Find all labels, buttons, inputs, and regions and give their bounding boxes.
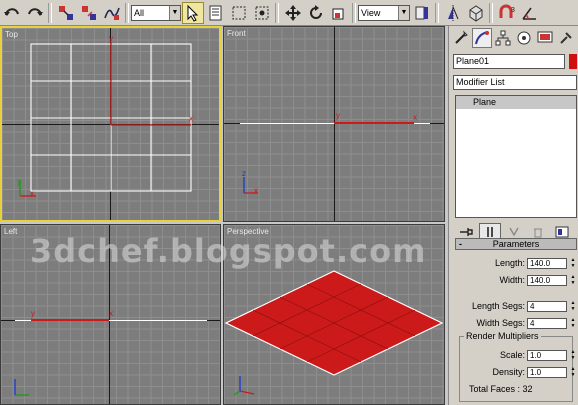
toolbar-separator: [275, 2, 279, 23]
selection-filter-value: All: [134, 7, 145, 18]
display-tab-icon[interactable]: [535, 28, 555, 48]
modifier-stack[interactable]: Plane: [455, 95, 577, 218]
motion-tab-icon[interactable]: [514, 28, 534, 48]
object-name-row: Plane01: [453, 54, 577, 69]
gizmo-x-label: x: [413, 113, 417, 122]
axis-tripod-icon: [233, 376, 255, 396]
length-segs-row: Length Segs: 4 ▲ ▼: [455, 300, 577, 312]
gizmo-x-line: [31, 319, 109, 321]
width-segs-label: Width Segs:: [476, 318, 525, 328]
density-input[interactable]: 1.0: [527, 366, 567, 378]
length-segs-input[interactable]: 4: [527, 300, 567, 312]
length-segs-spinner-icon[interactable]: ▲ ▼: [569, 300, 577, 312]
viewport-top[interactable]: Top y x x y: [0, 26, 221, 222]
select-by-name-icon[interactable]: [205, 2, 227, 24]
axis-z-letter: z: [242, 169, 246, 178]
main-toolbar: All ▼ View ▼ 3: [0, 0, 578, 26]
command-panel: Plane01 Modifier List Plane - Parameters…: [448, 26, 578, 405]
scale-icon[interactable]: [328, 2, 350, 24]
gizmo-x-label: x: [189, 114, 193, 123]
command-panel-tabs: [449, 26, 578, 50]
viewport-front[interactable]: Front y x x z: [223, 26, 445, 222]
length-segs-label: Length Segs:: [471, 301, 525, 311]
length-label: Length:: [494, 258, 525, 268]
bind-spacewarp-icon[interactable]: [101, 2, 123, 24]
length-row: Length: 140.0 ▲ ▼: [455, 257, 577, 269]
max-window: All ▼ View ▼ 3 Top y x x y Front y x x z…: [0, 0, 578, 405]
select-object-icon[interactable]: [182, 1, 204, 24]
stack-item-plane[interactable]: Plane: [456, 96, 576, 109]
coord-system-value: View: [361, 7, 381, 18]
width-segs-spinner-icon[interactable]: ▲ ▼: [569, 317, 577, 329]
unlink-icon[interactable]: [78, 2, 100, 24]
width-segs-row: Width Segs: 4 ▲ ▼: [455, 317, 577, 329]
toolbar-separator: [489, 2, 493, 23]
length-spinner-icon[interactable]: ▲ ▼: [569, 257, 577, 269]
modify-tab-icon[interactable]: [472, 28, 492, 48]
gizmo-y-label: y: [31, 309, 35, 318]
gizmo-y-label: y: [336, 111, 340, 120]
rotate-icon[interactable]: [305, 2, 327, 24]
link-icon[interactable]: [55, 2, 77, 24]
redo-icon[interactable]: [24, 2, 46, 24]
density-label: Density:: [492, 367, 525, 377]
viewport-left[interactable]: Left y x: [0, 224, 221, 405]
utilities-tab-icon[interactable]: [556, 28, 576, 48]
length-input[interactable]: 140.0: [527, 257, 567, 269]
snap-icon[interactable]: 3: [496, 2, 518, 24]
width-spinner-icon[interactable]: ▲ ▼: [569, 274, 577, 286]
gizmo-y-label: y: [109, 34, 113, 43]
move-icon[interactable]: [282, 2, 304, 24]
chevron-down-icon: ▼: [398, 5, 409, 20]
hierarchy-tab-icon[interactable]: [493, 28, 513, 48]
viewport-label[interactable]: Front: [227, 29, 246, 38]
angle-snap-icon[interactable]: [519, 2, 541, 24]
rollout-title: Parameters: [492, 239, 540, 249]
object-color-swatch[interactable]: [569, 54, 577, 69]
modifier-list-dropdown[interactable]: Modifier List: [453, 75, 577, 90]
scale-label: Scale:: [499, 350, 525, 360]
density-spinner-icon[interactable]: ▲ ▼: [569, 366, 577, 378]
toolbar-separator: [352, 2, 356, 23]
width-label: Width:: [499, 275, 525, 285]
parameters-rollout-header[interactable]: - Parameters: [455, 238, 577, 250]
viewport-label[interactable]: Left: [4, 227, 17, 236]
window-crossing-icon[interactable]: [251, 2, 273, 24]
create-tab-icon[interactable]: [451, 28, 471, 48]
rect-region-icon[interactable]: [228, 2, 250, 24]
total-faces-readout: Total Faces : 32: [469, 384, 533, 394]
reference-coord-dropdown[interactable]: View ▼: [358, 4, 410, 21]
scale-input[interactable]: 1.0: [527, 349, 567, 361]
collapse-icon: -: [459, 239, 462, 249]
undo-icon[interactable]: [1, 2, 23, 24]
toolbar-separator: [48, 2, 52, 23]
gizmo-x-line: [334, 122, 414, 124]
scale-spinner-icon[interactable]: ▲ ▼: [569, 349, 577, 361]
chevron-down-icon: ▼: [169, 5, 180, 20]
object-name-field[interactable]: Plane01: [453, 54, 566, 69]
scale-row: Scale: 1.0 ▲ ▼: [455, 349, 577, 361]
render-multipliers-title: Render Multipliers: [464, 331, 541, 341]
selection-filter-dropdown[interactable]: All ▼: [131, 4, 181, 21]
axis-y-letter: y: [17, 177, 21, 186]
pivot-icon[interactable]: [411, 2, 433, 24]
width-segs-input[interactable]: 4: [527, 317, 567, 329]
toolbar-separator: [125, 2, 129, 23]
width-row: Width: 140.0 ▲ ▼: [455, 274, 577, 286]
world-axis-vertical: [334, 27, 335, 221]
axis-x-letter: x: [254, 186, 258, 195]
svg-text:3: 3: [511, 7, 515, 14]
width-input[interactable]: 140.0: [527, 274, 567, 286]
toolbar-separator: [435, 2, 439, 23]
axis-tripod-icon: [14, 379, 29, 396]
mirror-icon[interactable]: [442, 2, 464, 24]
gizmo-x-label: x: [109, 309, 113, 318]
density-row: Density: 1.0 ▲ ▼: [455, 366, 577, 378]
align-icon[interactable]: [465, 2, 487, 24]
axis-x-letter: x: [30, 189, 34, 198]
viewport-perspective[interactable]: Perspective: [223, 224, 445, 405]
